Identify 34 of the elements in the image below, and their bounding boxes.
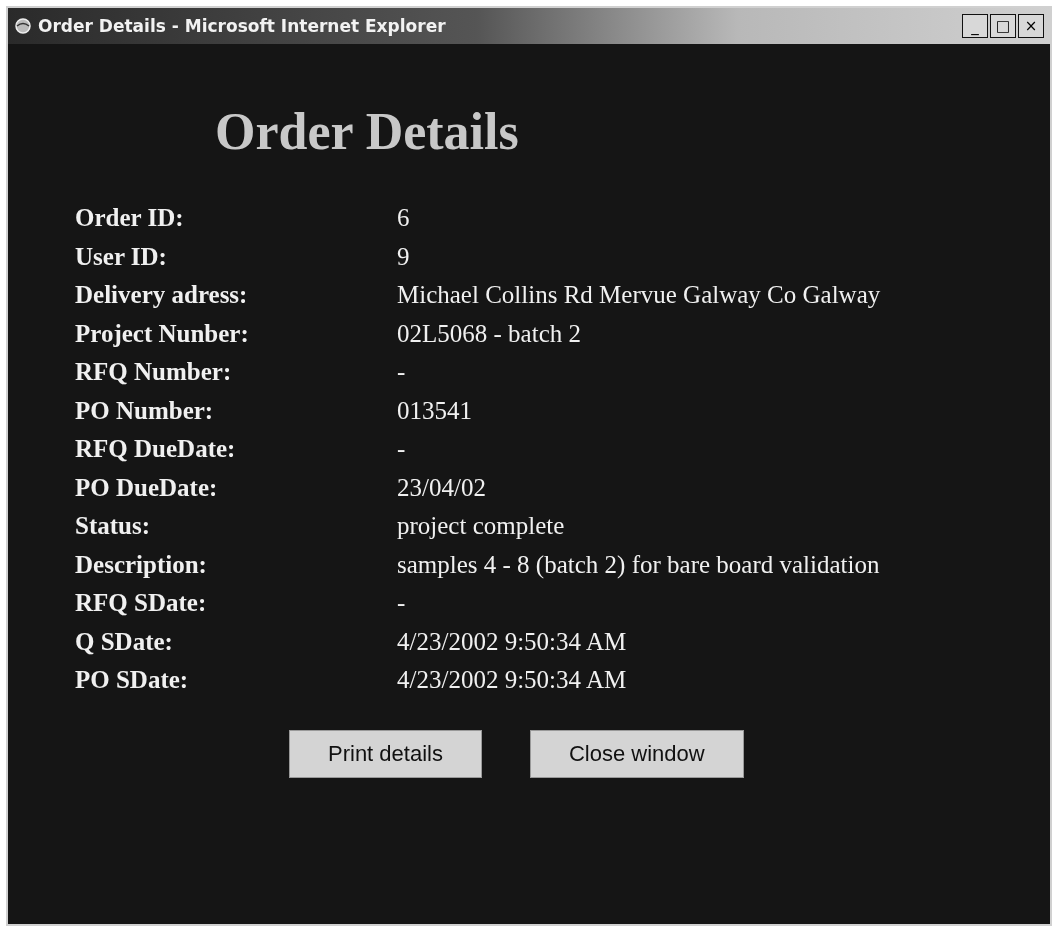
field-label: Status: — [75, 511, 151, 541]
globe-icon — [14, 17, 32, 35]
field-value: 013541 — [397, 395, 473, 426]
field-label: RFQ Number: — [75, 357, 233, 387]
window-title: Order Details - Microsoft Internet Explorer — [38, 16, 447, 36]
action-button[interactable]: Print details — [289, 730, 482, 778]
field-label: Project Nunber: — [75, 318, 250, 349]
page-heading: Order Details — [215, 102, 520, 161]
field-label: Description: — [75, 549, 208, 580]
field-value: Michael Collins Rd Mervue Galway Co Galway — [397, 280, 882, 310]
field-label: RFQ DueDate: — [75, 434, 237, 464]
field-value: 4/23/2002 9:50:34 AM — [397, 626, 628, 657]
field-value: 4/23/2002 9:50:34 AM — [397, 665, 628, 695]
window-control-button[interactable]: × — [1018, 14, 1044, 38]
field-value: 9 — [397, 241, 411, 272]
field-label: Q SDate: — [75, 626, 174, 657]
field-label: PO Number: — [75, 395, 215, 426]
field-value: - — [397, 434, 407, 464]
field-label: PO SDate: — [75, 665, 190, 695]
window-control-button[interactable]: □ — [990, 14, 1016, 38]
field-label: Order ID: — [75, 203, 185, 233]
field-value: project complete — [397, 511, 566, 541]
field-value: samples 4 - 8 (batch 2) for bare board validation — [397, 549, 881, 580]
window-control-button[interactable]: _ — [962, 14, 988, 38]
action-button[interactable]: Close window — [529, 730, 744, 778]
field-label: User ID: — [75, 241, 168, 272]
field-label: RFQ SDate: — [75, 588, 208, 618]
field-label: PO DueDate: — [75, 472, 219, 503]
field-value: - — [397, 588, 407, 618]
field-value: 6 — [397, 203, 411, 233]
field-value: - — [397, 357, 407, 387]
field-label: Delivery adress: — [75, 280, 249, 310]
field-value: 02L5068 - batch 2 — [397, 318, 582, 349]
field-value: 23/04/02 — [397, 472, 487, 503]
